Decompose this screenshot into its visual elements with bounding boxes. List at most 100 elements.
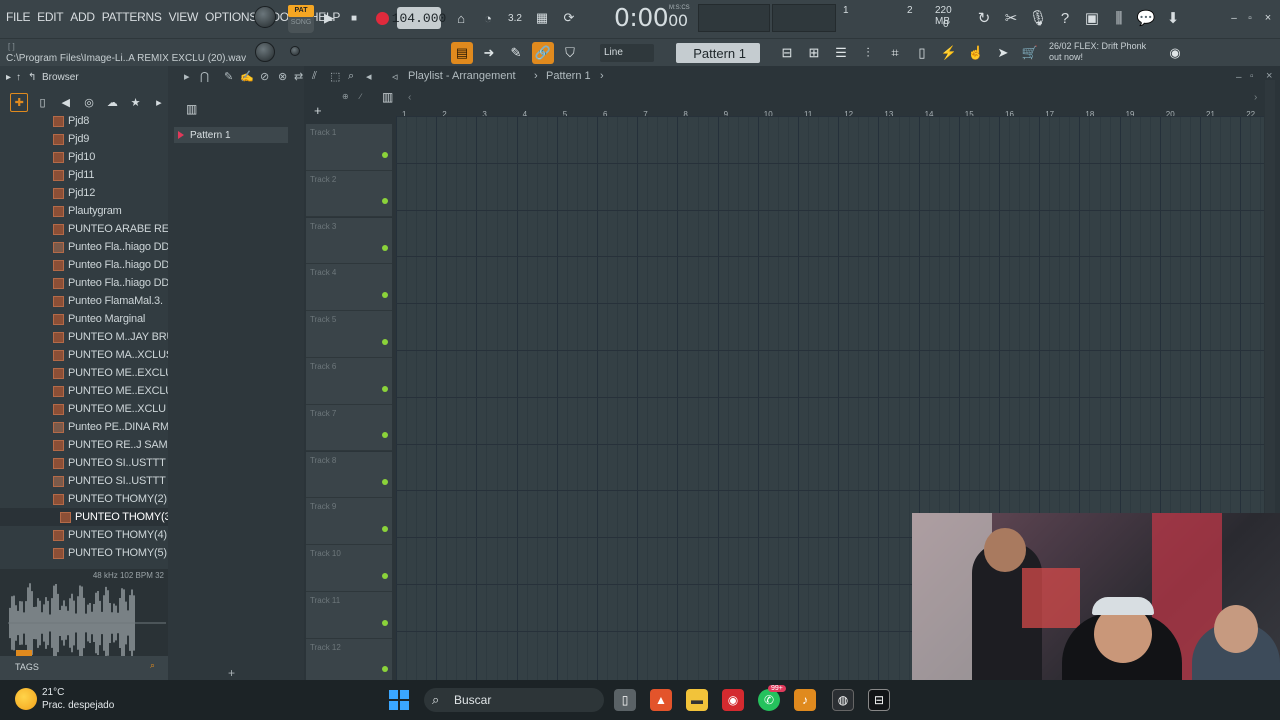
menu-options[interactable]: OPTIONS — [205, 10, 257, 24]
menu-edit[interactable]: EDIT — [37, 10, 63, 24]
menu-file[interactable]: FILE — [6, 10, 30, 24]
track-header[interactable]: Track 6 — [306, 358, 392, 405]
playlist-button[interactable]: ▤ — [451, 42, 473, 64]
cut-tool-icon[interactable]: ✂ — [999, 6, 1023, 30]
plugin-tab-icon[interactable]: ◎ — [80, 93, 98, 112]
mixer-button-icon[interactable]: ☰ — [830, 42, 852, 64]
whatsapp-icon[interactable]: ✆ — [758, 689, 780, 711]
track-header[interactable]: Track 2 — [306, 170, 392, 218]
track-header[interactable]: Track 8 — [306, 451, 392, 499]
task-view-icon[interactable]: ▯ — [614, 689, 636, 711]
paint-tool-icon[interactable]: ✍ — [240, 70, 254, 83]
project-tab-icon[interactable]: ▯ — [33, 93, 51, 112]
browser-item[interactable]: PUNTEO MA..XCLUSIVO — [0, 346, 168, 364]
browser-item[interactable]: Punteo Fla..hiago DDJ) — [0, 274, 168, 292]
select-tool-icon[interactable]: ⬚ — [330, 70, 340, 83]
eq-icon[interactable]: ⫶ — [857, 42, 879, 64]
track-mute-led[interactable] — [382, 291, 388, 298]
more-tab-icon[interactable]: ▸ — [150, 93, 168, 112]
track-mute-led[interactable] — [382, 572, 388, 579]
pattern-item[interactable]: Pattern 1 — [174, 127, 288, 143]
metronome-icon[interactable]: ⌂ — [450, 7, 472, 29]
track-header[interactable]: Track 10 — [306, 545, 392, 592]
speaker-tab-icon[interactable]: ◀ — [57, 93, 75, 112]
send-icon[interactable]: ➤ — [992, 42, 1014, 64]
track-mute-led[interactable] — [382, 245, 388, 252]
touch-icon[interactable]: ☝ — [965, 42, 987, 64]
draw-tool-icon[interactable]: ✎ — [224, 70, 233, 83]
magnet-icon[interactable]: ⋂ — [200, 70, 209, 83]
snap-select[interactable]: Line — [600, 44, 654, 62]
link-icon[interactable]: 🔗 — [532, 42, 554, 64]
browser-up-icon[interactable]: ↑ — [16, 72, 21, 83]
tempo-display[interactable]: 104.000 — [392, 7, 446, 29]
track-mute-led[interactable] — [382, 525, 388, 532]
microphone-icon[interactable]: 🎙 — [1026, 6, 1050, 30]
browser-pin-icon[interactable]: ↰ — [28, 72, 36, 83]
plugin-icon[interactable]: ⌗ — [884, 42, 906, 64]
track-mute-led[interactable] — [382, 619, 388, 626]
browser-item[interactable]: Punteo Fla..hiago DDJ) — [0, 238, 168, 256]
browser-item[interactable]: Punteo Marginal — [0, 310, 168, 328]
shop-icon[interactable]: 🛒 — [1019, 42, 1041, 64]
track-header[interactable]: Track 1 — [306, 124, 392, 171]
track-mute-led[interactable] — [382, 385, 388, 392]
browser-item[interactable]: Pjd11 — [0, 166, 168, 184]
scroll-right-icon[interactable]: › — [1254, 92, 1257, 103]
record-button[interactable] — [371, 7, 393, 29]
track-mute-led[interactable] — [382, 666, 388, 673]
start-button[interactable] — [388, 689, 410, 711]
add-pattern-icon[interactable]: + — [228, 666, 235, 680]
file-explorer-icon[interactable]: ▬ — [686, 689, 708, 711]
pattern-selector[interactable]: Pattern 1 — [676, 43, 760, 63]
browser-item[interactable]: PUNTEO M..JAY BRUNO — [0, 328, 168, 346]
track-mute-led[interactable] — [382, 432, 388, 439]
pencil-icon[interactable]: ✎ — [505, 42, 527, 64]
browser-item[interactable]: Plautygram — [0, 202, 168, 220]
arrow-right-icon[interactable]: ➜ — [478, 42, 500, 64]
track-header[interactable]: Track 7 — [306, 404, 392, 452]
mixer-icon[interactable]: ⫼ — [1107, 6, 1131, 30]
playlist-menu-icon[interactable]: ▸ — [184, 70, 190, 83]
menu-view[interactable]: VIEW — [169, 10, 199, 24]
scroll-left-icon[interactable]: ‹ — [408, 92, 411, 103]
browser-item[interactable]: PUNTEO SI..USTTT RMX — [0, 454, 168, 472]
playback-tool-icon[interactable]: ◂ — [366, 70, 372, 83]
account-icon[interactable]: ◉ — [1164, 42, 1186, 64]
menu-patterns[interactable]: PATTERNS — [102, 10, 162, 24]
all-tab-icon[interactable]: ✚ — [10, 92, 29, 112]
browser-item[interactable]: Punteo Fla..hiago DDJ) — [0, 256, 168, 274]
wait-record-icon[interactable]: ◔ — [477, 7, 499, 29]
close-icon[interactable]: × — [1256, 6, 1280, 30]
track-header[interactable]: Track 12 — [306, 638, 392, 686]
fl-studio-icon[interactable]: ♪ — [794, 689, 816, 711]
piano-roll-icon[interactable]: ⊟ — [776, 42, 798, 64]
browser-item[interactable]: PUNTEO ME..EXCLU (3) — [0, 382, 168, 400]
loop-record-icon[interactable]: ⟳ — [558, 7, 580, 29]
step-edit-icon[interactable]: ▦ — [531, 7, 553, 29]
delete-tool-icon[interactable]: ⊘ — [260, 70, 269, 83]
news-ticker[interactable]: 26/02 FLEX: Drift Phonk out now! — [1049, 41, 1159, 63]
stop-button[interactable]: ■ — [343, 7, 365, 29]
time-marker-icon[interactable]: ∕ — [360, 92, 361, 101]
browser-item[interactable]: Pjd10 — [0, 148, 168, 166]
track-header[interactable]: Track 4 — [306, 264, 392, 311]
arrow-icon[interactable]: ◃ — [392, 70, 398, 83]
browser-item[interactable]: Pjd8 — [0, 112, 168, 130]
browser-item[interactable]: PUNTEO SI..USTTT RMX — [0, 472, 168, 490]
browser-item[interactable]: PUNTEO ME..XCLU (20) — [0, 400, 168, 418]
small-slider[interactable] — [290, 46, 300, 56]
browser-item[interactable]: PUNTEO THOMY(5) — [0, 544, 168, 562]
master-volume-knob[interactable] — [254, 6, 276, 28]
obs-icon[interactable]: ◍ — [832, 689, 854, 711]
playlist-maximize-icon[interactable]: ▫ — [1250, 71, 1254, 82]
play-button[interactable]: ▶ — [318, 7, 340, 29]
search-icon[interactable]: ⌕ — [150, 660, 155, 671]
performance-icon[interactable]: ▥ — [382, 90, 393, 104]
brave-icon[interactable]: ▲ — [650, 689, 672, 711]
help-icon[interactable]: ? — [1053, 6, 1077, 30]
track-header[interactable]: Track 3 — [306, 217, 392, 265]
save-icon[interactable]: ▣ — [1080, 6, 1104, 30]
browser-item[interactable]: PUNTEO ME..EXCLU (2) — [0, 364, 168, 382]
browser-item[interactable]: Punteo PE..DINA RMX — [0, 418, 168, 436]
